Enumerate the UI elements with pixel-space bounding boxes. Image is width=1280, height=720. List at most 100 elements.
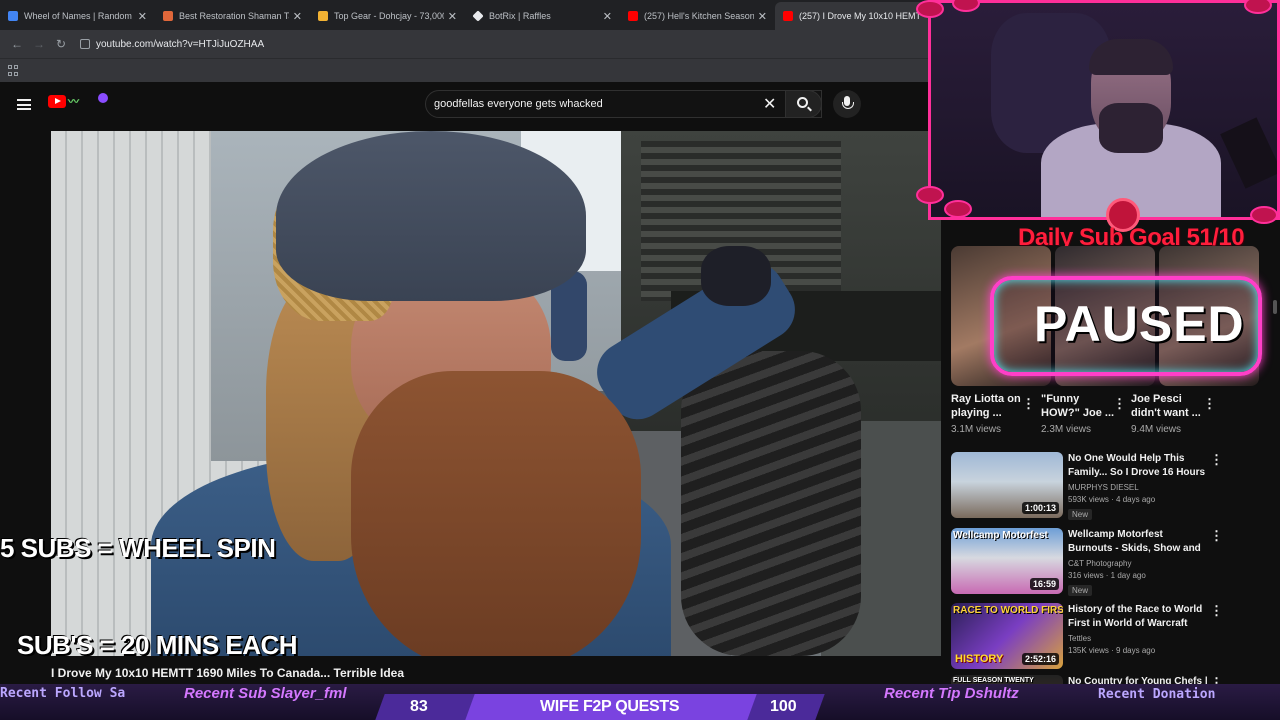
- cloud-decoration-icon: [916, 186, 944, 204]
- voice-search-mic-icon[interactable]: [833, 90, 861, 118]
- url-text: youtube.com/watch?v=HTJiJuOZHAA: [96, 38, 265, 50]
- thumbnail-caption: HISTORY: [955, 653, 1004, 665]
- new-badge: New: [1068, 585, 1093, 596]
- close-tab-icon[interactable]: ✕: [293, 10, 302, 23]
- video-thumbnail[interactable]: Wellcamp Motorfest 16:59: [951, 528, 1063, 594]
- address-bar: ← → ↻ youtube.com/watch?v=HTJiJuOZHAA: [0, 30, 930, 58]
- search-button[interactable]: [785, 90, 822, 118]
- short-more-options-icon[interactable]: ⋮: [1113, 396, 1126, 412]
- cloud-decoration-icon: [916, 0, 944, 18]
- url-field[interactable]: youtube.com/watch?v=HTJiJuOZHAA: [80, 39, 264, 50]
- short-views: 9.4M views: [1131, 424, 1182, 435]
- quest-current-count: 83: [410, 698, 428, 715]
- forward-arrow-icon[interactable]: →: [28, 37, 50, 51]
- cloud-decoration-icon: [1250, 206, 1278, 224]
- video-frame-glove: [701, 246, 771, 306]
- youtube-doodle-icon[interactable]: 〰: [68, 93, 108, 111]
- tab-title: Top Gear - Dohcjay - 73,000 Di: [334, 11, 444, 21]
- video-thumbnail[interactable]: RACE TO WORLD FIRST HISTORY 2:52:16: [951, 603, 1063, 669]
- tab-favicon-icon: [318, 11, 328, 21]
- short-item[interactable]: Ray Liotta on playing ... 3.1M views: [951, 392, 1031, 435]
- thumbnail-caption: Wellcamp Motorfest: [953, 530, 1048, 541]
- short-more-options-icon[interactable]: ⋮: [1022, 396, 1035, 412]
- video-thumbnail[interactable]: 1:00:13: [951, 452, 1063, 518]
- video-duration: 1:00:13: [1021, 502, 1059, 514]
- overlay-mins-each-text: SUB'S = 20 MINS EACH: [17, 630, 298, 660]
- short-views: 3.1M views: [951, 424, 1002, 435]
- thumbnail-caption: RACE TO WORLD FIRST: [953, 605, 1063, 616]
- browser-tab[interactable]: Best Restoration Shaman Talen ✕: [155, 2, 310, 30]
- channel-name[interactable]: MURPHYS DIESEL: [1068, 483, 1208, 492]
- hamburger-menu-icon[interactable]: [17, 99, 31, 110]
- webcam-microphone: [1220, 117, 1277, 189]
- channel-name[interactable]: Tettles: [1068, 634, 1208, 643]
- tab-title: Best Restoration Shaman Talen: [179, 11, 289, 21]
- tab-title: Wheel of Names | Random nam: [24, 11, 134, 21]
- close-tab-icon[interactable]: ✕: [758, 10, 767, 23]
- short-title: Joe Pesci didn't want ...: [1131, 393, 1201, 419]
- quest-goal-count: 100: [770, 698, 797, 715]
- channel-name[interactable]: C&T Photography: [1068, 559, 1208, 568]
- back-arrow-icon[interactable]: ←: [6, 37, 28, 51]
- paused-overlay-text: PAUSED: [1034, 296, 1245, 352]
- video-frame-cap: [276, 131, 586, 301]
- video-title: I Drove My 10x10 HEMTT 1690 Miles To Can…: [51, 666, 405, 680]
- short-title: "Funny HOW?" Joe ...: [1041, 393, 1115, 419]
- more-options-icon[interactable]: ⋮: [1210, 452, 1223, 468]
- search-icon: [797, 97, 808, 108]
- video-title-text[interactable]: History of the Race to World First in Wo…: [1068, 603, 1208, 631]
- video-frame-beard: [351, 371, 641, 656]
- more-options-icon[interactable]: ⋮: [1210, 528, 1223, 544]
- recommended-video[interactable]: Wellcamp Motorfest 16:59 Wellcamp Motorf…: [951, 528, 1271, 600]
- short-item[interactable]: "Funny HOW?" Joe ... 2.3M views: [1041, 392, 1121, 435]
- video-stats: 316 views · 1 day ago: [1068, 571, 1146, 580]
- search-query-text: goodfellas everyone gets whacked: [434, 98, 603, 110]
- sidebar-scrollbar[interactable]: [1273, 300, 1277, 314]
- video-player[interactable]: [51, 131, 941, 656]
- short-more-options-icon[interactable]: ⋮: [1203, 396, 1216, 412]
- cloud-decoration-icon: [944, 200, 972, 218]
- tab-title: BotRix | Raffles: [489, 11, 551, 21]
- site-info-icon[interactable]: [80, 39, 90, 49]
- tab-favicon-icon: [472, 10, 484, 22]
- browser-tab[interactable]: Wheel of Names | Random nam ✕: [0, 2, 155, 30]
- recommended-video[interactable]: 1:00:13 No One Would Help This Family...…: [951, 452, 1271, 524]
- tab-favicon-icon: [163, 11, 173, 21]
- browser-tab[interactable]: Top Gear - Dohcjay - 73,000 Di ✕: [310, 2, 465, 30]
- youtube-favicon-icon: [783, 11, 793, 21]
- video-title-text[interactable]: No One Would Help This Family... So I Dr…: [1068, 452, 1208, 480]
- new-badge: New: [1068, 509, 1093, 520]
- recent-sub-text: Recent Sub Slayer_fml: [184, 685, 347, 702]
- browser-tab[interactable]: (257) Hell's Kitchen Season 18 ✕: [620, 2, 775, 30]
- quest-title: WIFE F2P QUESTS: [540, 698, 680, 715]
- clear-search-icon[interactable]: ✕: [763, 94, 776, 114]
- recent-follow-text: Recent Follow Sa: [0, 686, 126, 701]
- video-frame-tire: [681, 351, 861, 656]
- tab-favicon-icon: [8, 11, 18, 21]
- youtube-header: 〰 goodfellas everyone gets whacked ✕: [0, 82, 940, 126]
- youtube-logo-icon[interactable]: [48, 95, 66, 108]
- close-tab-icon[interactable]: ✕: [138, 10, 147, 23]
- close-tab-icon[interactable]: ✕: [448, 10, 457, 23]
- video-stats: 135K views · 9 days ago: [1068, 646, 1156, 655]
- close-tab-icon[interactable]: ✕: [603, 10, 612, 23]
- youtube-favicon-icon: [628, 11, 638, 21]
- more-options-icon[interactable]: ⋮: [1210, 603, 1223, 619]
- webcam-streamer-hair: [1089, 39, 1173, 75]
- webcam-streamer-beard: [1099, 103, 1163, 153]
- reload-icon[interactable]: ↻: [50, 37, 72, 51]
- tab-title: (257) I Drove My 10x10 HEMTT: [799, 11, 922, 21]
- video-duration: 2:52:16: [1021, 653, 1059, 665]
- short-item[interactable]: Joe Pesci didn't want ... 9.4M views: [1131, 392, 1211, 435]
- video-duration: 16:59: [1029, 578, 1059, 590]
- apps-grid-icon[interactable]: [8, 65, 19, 76]
- tab-title: (257) Hell's Kitchen Season 18: [644, 11, 754, 21]
- recent-tip-text: Recent Tip Dshultz: [884, 685, 1019, 702]
- short-views: 2.3M views: [1041, 424, 1092, 435]
- overlay-wheel-spin-text: 5 SUBS = WHEEL SPIN: [0, 533, 276, 563]
- short-title: Ray Liotta on playing ...: [951, 393, 1021, 419]
- recommended-video[interactable]: RACE TO WORLD FIRST HISTORY 2:52:16 Hist…: [951, 603, 1271, 675]
- browser-tab-active[interactable]: (257) I Drove My 10x10 HEMTT: [775, 2, 930, 30]
- browser-tab[interactable]: BotRix | Raffles ✕: [465, 2, 620, 30]
- video-title-text[interactable]: Wellcamp Motorfest Burnouts - Skids, Sho…: [1068, 528, 1208, 556]
